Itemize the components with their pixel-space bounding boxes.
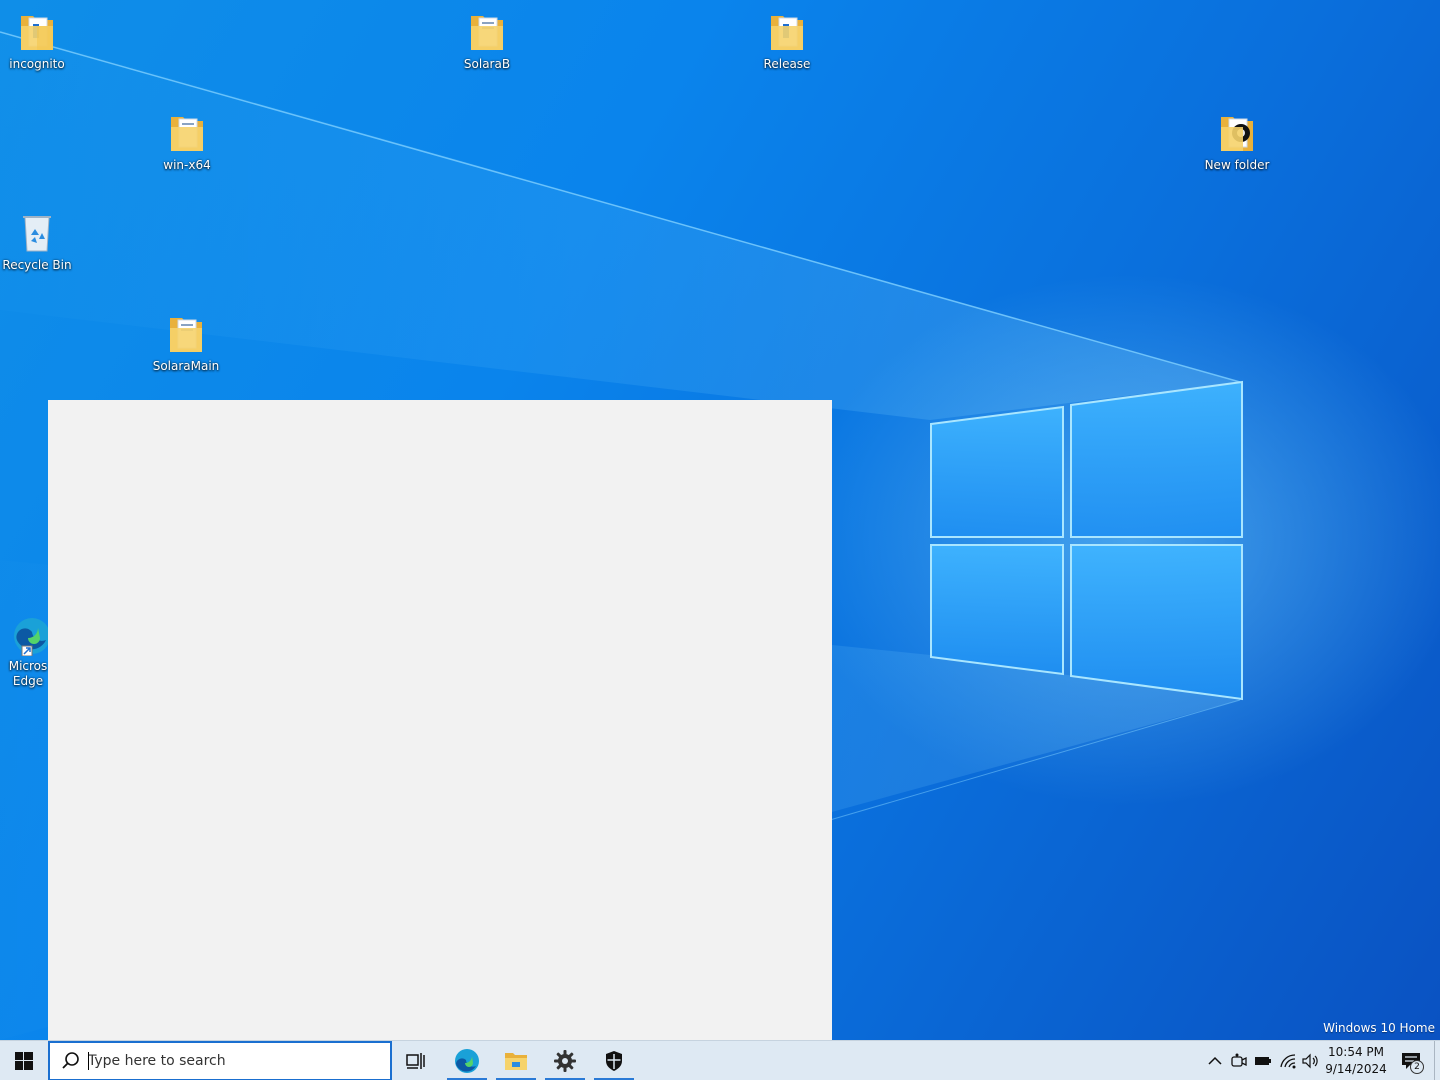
desktop-icon-solaramain[interactable]: SolaraMain	[148, 312, 224, 374]
folder-document-icon	[771, 16, 803, 50]
taskbar-settings-button[interactable]	[544, 1041, 586, 1080]
clock[interactable]: 10:54 PM 9/14/2024	[1322, 1044, 1390, 1078]
desktop-icon-label: Release	[763, 57, 811, 71]
task-view-icon	[406, 1053, 425, 1069]
windows-edition-watermark: Windows 10 Home	[1323, 1021, 1435, 1035]
desktop-icon-label: SolaraMain	[152, 359, 220, 373]
desktop-icon-label: incognito	[9, 57, 65, 71]
windows-logo-icon	[15, 1052, 33, 1070]
recycle-bin-icon	[23, 216, 51, 252]
desktop-icon-recycle-bin[interactable]: Recycle Bin	[0, 211, 75, 273]
taskbar-security-button[interactable]	[593, 1041, 635, 1080]
desktop-icon-label: win-x64	[163, 158, 211, 172]
text-caret	[88, 1052, 89, 1070]
start-button[interactable]	[0, 1041, 48, 1080]
gear-icon	[554, 1050, 576, 1072]
shield-icon	[606, 1051, 622, 1071]
tray-network-button[interactable]	[1278, 1051, 1298, 1071]
search-box[interactable]	[48, 1041, 392, 1080]
folder-image-icon	[1221, 117, 1253, 151]
wifi-icon	[1280, 1054, 1296, 1069]
search-icon	[62, 1052, 79, 1069]
edge-shortcut-icon	[14, 618, 48, 656]
edge-icon	[455, 1049, 479, 1073]
battery-icon	[1255, 1057, 1271, 1065]
clock-time: 10:54 PM	[1328, 1045, 1384, 1059]
folder-document-icon	[170, 318, 202, 352]
folder-document-icon	[471, 16, 503, 50]
windows-logo-wallpaper	[930, 380, 1243, 701]
task-view-button[interactable]	[395, 1041, 437, 1080]
taskbar-file-explorer-button[interactable]	[495, 1041, 537, 1080]
clock-date: 9/14/2024	[1325, 1062, 1387, 1076]
folder-document-icon	[21, 16, 53, 50]
show-desktop-button[interactable]	[1434, 1041, 1440, 1080]
desktop-icon-win-x64[interactable]: win-x64	[149, 111, 225, 173]
desktop-icon-label: Recycle Bin	[2, 258, 72, 272]
show-hidden-icons-button[interactable]	[1205, 1051, 1225, 1071]
desktop-icon-incognito[interactable]: incognito	[0, 10, 75, 72]
desktop-icon-label: New folder	[1204, 158, 1270, 172]
tray-battery-button[interactable]	[1253, 1051, 1273, 1071]
notification-count-badge: 2	[1410, 1060, 1424, 1074]
desktop-icon-label: Micros Edge	[8, 659, 48, 688]
taskbar: 10:54 PM 9/14/2024 2	[0, 1040, 1440, 1080]
folder-document-icon	[171, 117, 203, 151]
desktop-icon-label: SolaraB	[463, 57, 511, 71]
desktop-icon-new-folder[interactable]: New folder	[1199, 111, 1275, 173]
tray-camera-button[interactable]	[1229, 1051, 1249, 1071]
meet-now-icon	[1231, 1053, 1247, 1067]
desktop-icon-release[interactable]: Release	[749, 10, 825, 72]
file-explorer-icon	[505, 1053, 527, 1070]
taskbar-edge-button[interactable]	[446, 1041, 488, 1080]
speaker-icon	[1302, 1053, 1318, 1069]
chevron-up-icon	[1208, 1056, 1222, 1065]
action-center-button[interactable]: 2	[1394, 1041, 1428, 1080]
tray-volume-button[interactable]	[1301, 1051, 1321, 1071]
desktop-icon-solarab[interactable]: SolaraB	[449, 10, 525, 72]
blank-window[interactable]	[48, 400, 832, 1040]
search-input[interactable]	[88, 1046, 368, 1076]
